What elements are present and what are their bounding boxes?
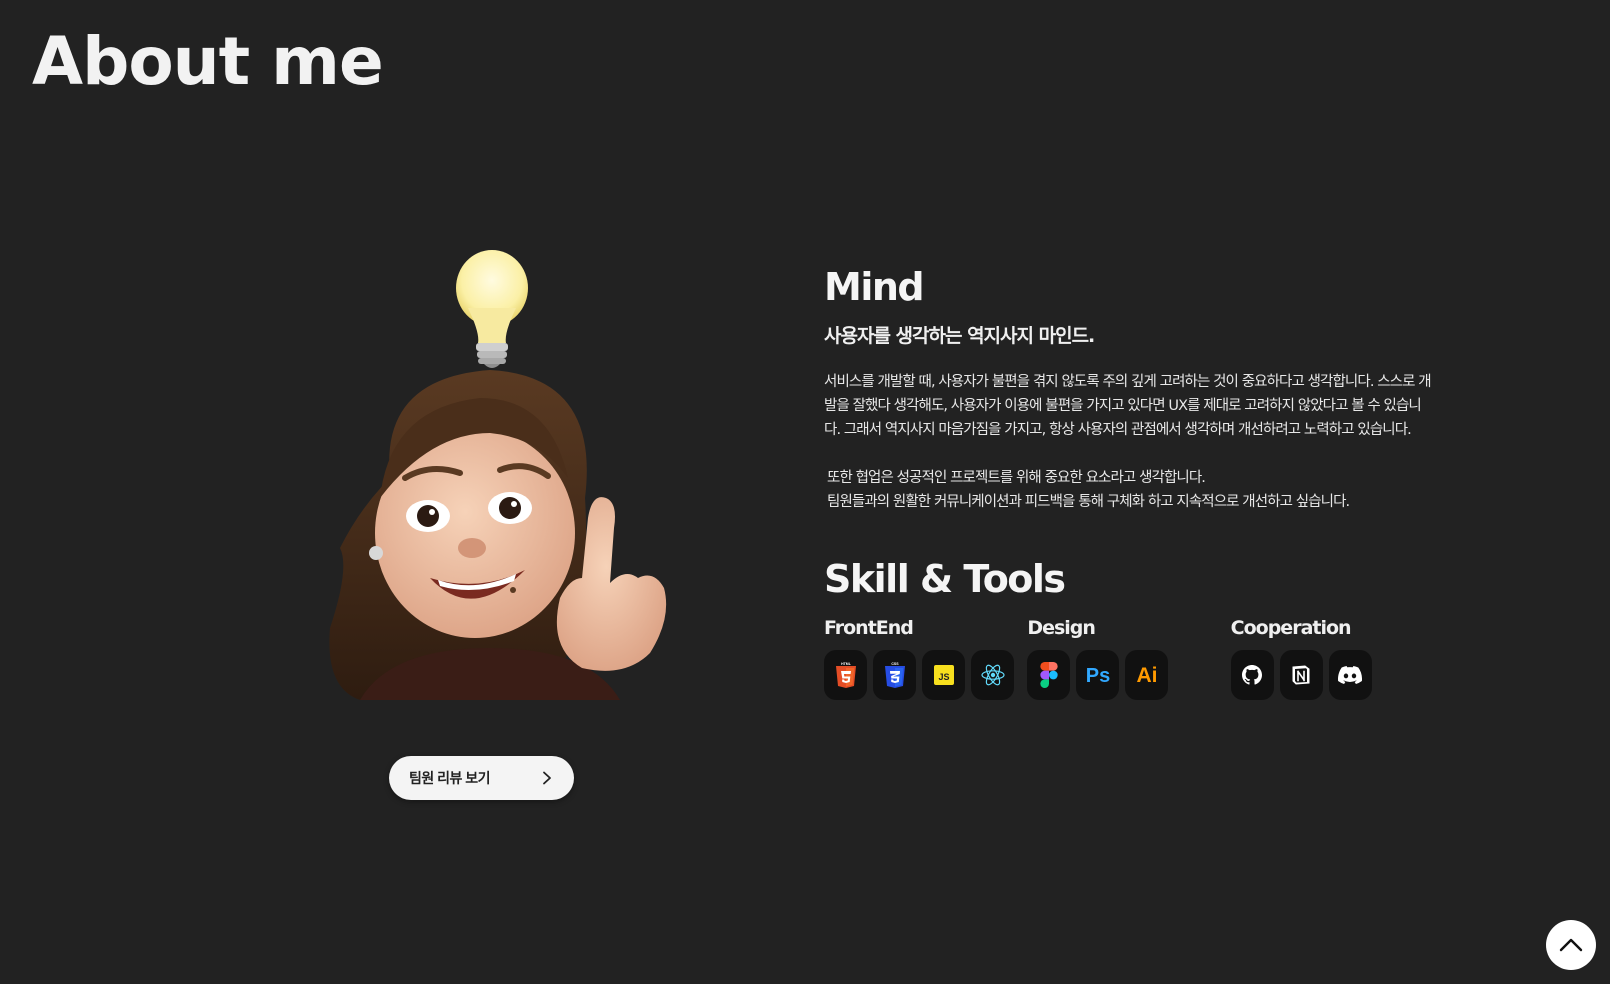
javascript-icon: JS [933, 665, 954, 685]
photoshop-tool[interactable]: Ps [1076, 650, 1120, 700]
react-icon [980, 664, 1005, 686]
skills-title: Skill & Tools [824, 557, 1066, 601]
css3-tool[interactable]: CSS [873, 650, 916, 700]
discord-icon [1338, 666, 1363, 684]
chevron-up-icon [1559, 938, 1583, 952]
github-icon [1242, 665, 1263, 685]
notion-icon [1292, 665, 1310, 685]
mind-paragraph-2-line-2: 팀원들과의 원활한 커뮤니케이션과 피드백을 통해 구체화 하고 지속적으로 개… [827, 494, 1350, 510]
mind-paragraph-2: 또한 협업은 성공적인 프로젝트를 위해 중요한 요소라고 생각합니다. 팀원들… [824, 466, 1434, 514]
skill-group-design: Design Ps Ai [1027, 614, 1230, 700]
skill-icons [1230, 650, 1434, 700]
avatar-illustration [320, 248, 690, 718]
photoshop-icon: Ps [1086, 665, 1110, 687]
illustrator-icon: Ai [1136, 664, 1157, 687]
photoshop-label: Ps [1086, 665, 1110, 687]
skill-group-title: Cooperation [1230, 617, 1352, 639]
javascript-tool[interactable]: JS [922, 650, 965, 700]
illustrator-tool[interactable]: Ai [1125, 650, 1169, 700]
css3-label: CSS [891, 662, 899, 666]
discord-tool[interactable] [1328, 650, 1372, 700]
about-page: About me 팀원 리뷰 보기 Mind 사용자를 생각하는 역지사지 마인… [0, 0, 1610, 984]
illustrator-label: Ai [1136, 664, 1157, 687]
skill-icons: Ps Ai [1027, 650, 1230, 700]
mind-paragraph-2-line-1: 또한 협업은 성공적인 프로젝트를 위해 중요한 요소라고 생각합니다. [827, 470, 1206, 486]
mind-paragraph-1: 서비스를 개발할 때, 사용자가 불편을 겪지 않도록 주의 깊게 고려하는 것… [824, 374, 1432, 438]
page-title: About me [32, 23, 384, 100]
skill-groups: FrontEnd HTML CSS JS Design Ps Ai Cooper… [824, 614, 1434, 700]
scroll-to-top-button[interactable] [1546, 920, 1596, 970]
team-review-button-label: 팀원 리뷰 보기 [409, 770, 491, 786]
team-review-button[interactable]: 팀원 리뷰 보기 [389, 756, 574, 800]
react-tool[interactable] [971, 650, 1014, 700]
figma-icon [1040, 662, 1058, 688]
skill-group-cooperation: Cooperation [1230, 614, 1434, 700]
skill-group-title: Design [1027, 617, 1096, 639]
skill-group-title: FrontEnd [824, 617, 914, 639]
skill-group-frontend: FrontEnd HTML CSS JS [824, 614, 1027, 700]
github-tool[interactable] [1230, 650, 1274, 700]
about-content: Mind 사용자를 생각하는 역지사지 마인드. 서비스를 개발할 때, 사용자… [824, 262, 1434, 700]
mind-title: Mind [824, 265, 925, 309]
css3-icon: CSS [884, 662, 905, 688]
skill-icons: HTML CSS JS [824, 650, 1027, 700]
chevron-right-icon [543, 771, 551, 785]
mind-headline: 사용자를 생각하는 역지사지 마인드. [824, 325, 1095, 347]
html5-icon: HTML [835, 662, 856, 688]
notion-tool[interactable] [1279, 650, 1323, 700]
lightbulb-icon [456, 250, 528, 368]
figma-tool[interactable] [1027, 650, 1071, 700]
html5-tool[interactable]: HTML [824, 650, 867, 700]
javascript-label: JS [938, 672, 949, 682]
html5-label: HTML [841, 662, 852, 666]
memoji-avatar [329, 250, 667, 700]
